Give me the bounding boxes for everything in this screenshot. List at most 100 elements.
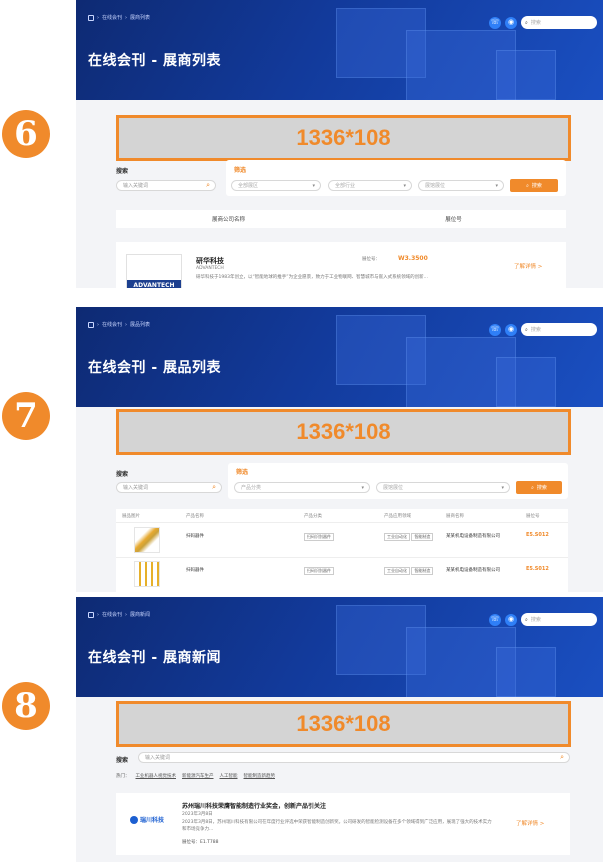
product-category: 扫码识别器件 [304, 533, 334, 541]
filter-select-industry[interactable]: 全部行业 ▾ [328, 180, 412, 191]
search-icon[interactable]: ⌕ [212, 483, 216, 492]
company-logo: ADVANTECH [126, 254, 182, 288]
breadcrumb-item: 展商新闻 [130, 612, 151, 618]
column-header: 展品图片 [122, 514, 140, 519]
hero-search-input[interactable]: ⌕ 搜索 [521, 16, 597, 29]
hero-banner: › 在线会刊 › 展品列表 在线会刊 - 展品列表 ☏ ◉ ⌕ 搜索 [76, 307, 603, 407]
ad-banner-placeholder: 1336*108 [116, 115, 571, 161]
search-button[interactable]: ⌕ 搜索 [510, 179, 558, 192]
company-description: 研华科技于1983年创立，以“智能地球的推手”为企业愿景，致力于工业物联网、智慧… [196, 275, 428, 280]
hero-tools: ☏ ◉ ⌕ 搜索 [489, 323, 597, 336]
step-number-7: 7 [2, 392, 50, 440]
filter-select-hall[interactable]: 展馆展位 ▾ [376, 482, 510, 493]
filter-select-hall[interactable]: 展馆展位 ▾ [418, 180, 504, 191]
globe-icon[interactable]: ◉ [505, 16, 517, 29]
hero-banner: › 在线会刊 › 展商新闻 在线会刊 - 展商新闻 ☏ ◉ ⌕ 搜索 [76, 597, 603, 697]
news-date: 2023年3月8日 [182, 812, 213, 817]
chevron-down-icon: ▾ [495, 182, 498, 189]
hot-tag[interactable]: 人工智能 [220, 773, 238, 779]
search-icon: ⌕ [525, 616, 528, 623]
tab-booth-number[interactable]: 展位号 [341, 210, 566, 228]
hot-tag[interactable]: 工业机器人视觉技术 [136, 773, 177, 779]
breadcrumb: › 在线会刊 › 展商列表 [88, 14, 150, 21]
phone-icon[interactable]: ☏ [489, 16, 501, 29]
step-number-8: 8 [2, 682, 50, 730]
search-input[interactable]: 输入关键词 ⌕ [116, 180, 216, 191]
booth-label: 展位号： [362, 257, 380, 262]
exhibitor-name[interactable]: 某某机电设备制造有限公司 [446, 533, 500, 539]
search-label: 搜索 [116, 757, 129, 764]
search-icon: ⌕ [531, 484, 534, 491]
product-tags: 工业自动化 智能制造 [384, 533, 434, 541]
chevron-down-icon: ▾ [361, 484, 364, 491]
search-input[interactable]: 输入关键词 ⌕ [116, 482, 222, 493]
chevron-down-icon: ▾ [312, 182, 315, 189]
breadcrumb-item: 展品列表 [130, 322, 151, 328]
search-input[interactable]: 输入关键词 ⌕ [138, 752, 570, 763]
search-button[interactable]: ⌕ 搜索 [516, 481, 562, 494]
home-icon[interactable] [88, 321, 94, 328]
filter-label: 筛选 [236, 469, 249, 476]
breadcrumb-item[interactable]: 在线会刊 [102, 321, 122, 328]
hero-search-input[interactable]: ⌕ 搜索 [521, 323, 597, 336]
exhibitor-news-panel: › 在线会刊 › 展商新闻 在线会刊 - 展商新闻 ☏ ◉ ⌕ 搜索 1336*10… [76, 597, 603, 862]
chevron-down-icon: ▾ [501, 484, 504, 491]
ad-banner-placeholder: 1336*108 [116, 701, 571, 747]
table-row[interactable]: 扫码器件 扫码识别器件 工业自动化 智能制造 某某机电设备制造有限公司 E5.S… [116, 559, 568, 589]
learn-more-link[interactable]: 了解详情 > [514, 262, 542, 270]
filter-select-area[interactable]: 全部展区 ▾ [231, 180, 321, 191]
hero-search-input[interactable]: ⌕ 搜索 [521, 613, 597, 626]
hot-tag[interactable]: 智能制造新趋势 [244, 773, 276, 779]
breadcrumb: › 在线会刊 › 展商新闻 [88, 611, 150, 618]
globe-icon[interactable]: ◉ [505, 613, 517, 626]
exhibitor-card[interactable]: ADVANTECH 研华科技 ADVANTECH 研华科技于1983年创立，以“… [116, 242, 566, 288]
column-header: 展位号 [526, 514, 540, 519]
product-image [134, 527, 160, 553]
search-icon[interactable]: ⌕ [560, 753, 564, 762]
phone-icon[interactable]: ☏ [489, 613, 501, 626]
search-icon[interactable]: ⌕ [206, 181, 210, 190]
search-label: 搜索 [116, 168, 129, 175]
search-icon: ⌕ [525, 19, 528, 26]
hero-banner: › 在线会刊 › 展商列表 在线会刊 - 展商列表 ☏ ◉ ⌕ 搜索 [76, 0, 603, 100]
filter-label: 筛选 [234, 167, 247, 174]
news-card[interactable]: 瑞川科技 苏州瑞川科技荣膺智能制造行业奖金，创新产品引关注 2023年3月8日 … [116, 793, 570, 855]
company-en-name: ADVANTECH [196, 266, 224, 271]
hot-tag[interactable]: 新能源汽车生产 [182, 773, 214, 779]
column-header: 产品分类 [304, 514, 322, 519]
home-icon[interactable] [88, 14, 94, 21]
home-icon[interactable] [88, 611, 94, 618]
product-category: 扫码识别器件 [304, 567, 334, 575]
filter-select-category[interactable]: 产品分类 ▾ [234, 482, 370, 493]
search-icon: ⌕ [525, 326, 528, 333]
column-header: 产品应用领域 [384, 514, 411, 519]
table-row[interactable]: 扫码器件 扫码识别器件 工业自动化 智能制造 某某机电设备制造有限公司 E5.S… [116, 525, 568, 555]
globe-icon[interactable]: ◉ [505, 323, 517, 336]
hero-tools: ☏ ◉ ⌕ 搜索 [489, 16, 597, 29]
phone-icon[interactable]: ☏ [489, 323, 501, 336]
company-name: 研华科技 [196, 257, 224, 265]
column-header: 展商名称 [446, 514, 464, 519]
product-image [134, 561, 160, 587]
breadcrumb-item[interactable]: 在线会刊 [102, 14, 122, 21]
search-icon: ⌕ [526, 182, 529, 189]
booth-info: 展位号：E1.T788 [182, 840, 219, 845]
booth-number: E5.S012 [526, 532, 549, 538]
search-label: 搜索 [116, 471, 129, 478]
tab-company-name[interactable]: 展商公司名称 [116, 210, 341, 228]
page-title: 在线会刊 - 展商列表 [88, 53, 222, 69]
learn-more-link[interactable]: 了解详情 > [516, 819, 544, 827]
news-title[interactable]: 苏州瑞川科技荣膺智能制造行业奖金，创新产品引关注 [182, 801, 326, 810]
page-title: 在线会刊 - 展品列表 [88, 360, 222, 376]
booth-number: E5.S012 [526, 566, 549, 572]
column-header: 产品名称 [186, 514, 204, 519]
ad-banner-placeholder: 1336*108 [116, 409, 571, 455]
exhibitor-name[interactable]: 某某机电设备制造有限公司 [446, 567, 500, 573]
breadcrumb: › 在线会刊 › 展品列表 [88, 321, 150, 328]
breadcrumb-item: 展商列表 [130, 15, 151, 21]
breadcrumb-item[interactable]: 在线会刊 [102, 611, 122, 618]
product-name: 扫码器件 [186, 534, 204, 539]
step-number-6: 6 [2, 110, 50, 158]
product-table: 展品图片 产品名称 产品分类 产品应用领域 展商名称 展位号 扫码器件 扫码识别… [116, 509, 568, 592]
product-name: 扫码器件 [186, 568, 204, 573]
